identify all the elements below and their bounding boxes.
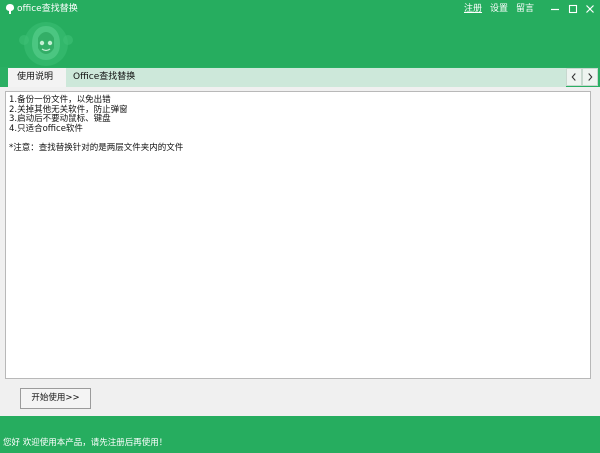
register-link[interactable]: 注册 <box>464 3 482 15</box>
tab-bar: 使用说明 Office查找替换 <box>0 67 600 87</box>
close-icon[interactable] <box>583 2 597 16</box>
instructions-panel: 1.备份一份文件，以免出错 2.关掉其他无关软件，防止弹窗 3.启动后不要动鼠标… <box>5 91 591 379</box>
chevron-right-icon[interactable] <box>582 68 598 86</box>
status-text: 您好 欢迎使用本产品，请先注册后再使用！ <box>3 438 168 448</box>
app-icon <box>6 4 14 14</box>
minimize-icon[interactable] <box>548 2 562 16</box>
chevron-left-icon[interactable] <box>566 68 582 86</box>
title-bar: office查找替换 注册 设置 留言 <box>0 0 600 67</box>
tab-usage-guide[interactable]: 使用说明 <box>8 68 66 87</box>
window-title: office查找替换 <box>17 4 78 14</box>
instruction-line: 4.只适合office软件 <box>9 123 83 134</box>
mascot-logo <box>19 22 73 66</box>
instruction-line: 3.启动后不要动鼠标、键盘 <box>9 114 111 124</box>
settings-link[interactable]: 设置 <box>490 3 508 15</box>
feedback-link[interactable]: 留言 <box>516 3 534 15</box>
instruction-note: *注意：查找替换针对的是两层文件夹内的文件 <box>9 143 184 153</box>
maximize-icon[interactable] <box>566 2 580 16</box>
tab-office-find-replace[interactable]: Office查找替换 <box>66 68 566 87</box>
start-button[interactable]: 开始使用>> <box>20 388 91 409</box>
status-bar: 您好 欢迎使用本产品，请先注册后再使用！ <box>0 416 600 453</box>
